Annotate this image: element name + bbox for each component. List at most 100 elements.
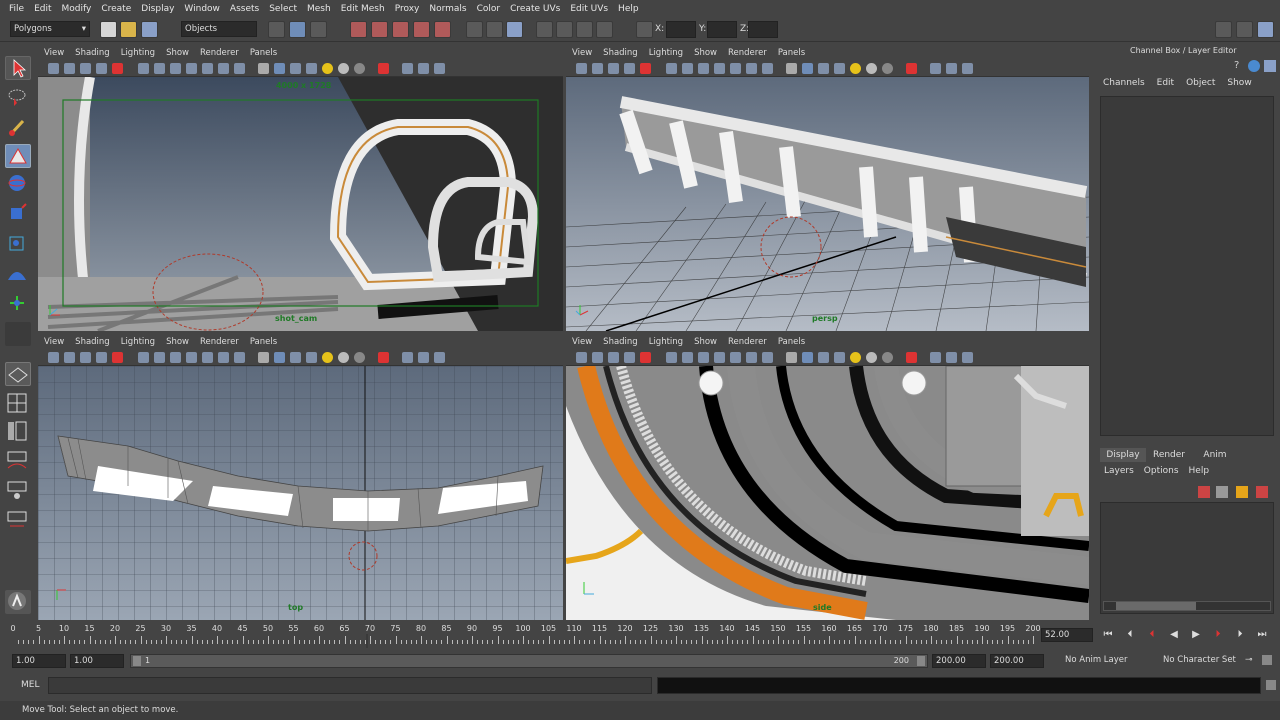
- viewport-canvas[interactable]: top: [38, 366, 563, 620]
- field-chart-icon[interactable]: [202, 352, 213, 363]
- camera-attributes-icon[interactable]: [592, 63, 603, 74]
- show-manipulator-icon[interactable]: [5, 292, 31, 316]
- single-perspective-layout-icon[interactable]: [5, 362, 31, 386]
- playback-end-field[interactable]: 200.00: [932, 654, 986, 668]
- x-field[interactable]: [666, 21, 696, 38]
- safe-action-icon[interactable]: [746, 63, 757, 74]
- image-plane-icon[interactable]: [96, 352, 107, 363]
- persp-outliner-layout-icon[interactable]: [5, 420, 31, 444]
- wireframe-icon[interactable]: [258, 63, 269, 74]
- viewport-menu-view[interactable]: View: [44, 48, 64, 58]
- anim-layer-dropdown[interactable]: No Anim Layer: [1062, 654, 1152, 668]
- safe-action-icon[interactable]: [218, 352, 229, 363]
- gate-mask-icon[interactable]: [714, 63, 725, 74]
- viewport-menu-show[interactable]: Show: [166, 48, 189, 58]
- viewport-menu-show[interactable]: Show: [694, 337, 717, 347]
- open-scene-icon[interactable]: [120, 21, 137, 38]
- new-layer-selected-icon[interactable]: [1236, 486, 1248, 498]
- wireframe-on-shaded-icon[interactable]: [818, 352, 829, 363]
- render-view-icon[interactable]: [536, 21, 553, 38]
- universal-manipulator-icon[interactable]: [5, 232, 31, 256]
- viewport-menu-shading[interactable]: Shading: [75, 337, 110, 347]
- show-channel-box-icon[interactable]: [1257, 21, 1274, 38]
- bookmarks-icon[interactable]: [608, 63, 619, 74]
- new-layer-icon[interactable]: [1198, 486, 1210, 498]
- two-d-pan-zoom-icon[interactable]: [640, 63, 651, 74]
- globe-icon[interactable]: [1248, 60, 1260, 72]
- time-slider[interactable]: 0 5 10 15 20 25 30 35 40 45 50 55 60 65 70 75 80 85 90 95 1…: [0, 622, 1280, 652]
- viewport-menu-view[interactable]: View: [572, 48, 592, 58]
- selection-mask-dropdown[interactable]: Objects: [181, 21, 257, 37]
- playback-start-field[interactable]: 1.00: [70, 654, 124, 668]
- tab-display[interactable]: Display: [1100, 448, 1146, 462]
- play-backwards-icon[interactable]: ◀: [1167, 628, 1181, 642]
- layer-menu-options[interactable]: Options: [1144, 466, 1179, 476]
- viewport-menu-view[interactable]: View: [572, 337, 592, 347]
- two-d-pan-zoom-icon[interactable]: [640, 352, 651, 363]
- wireframe-on-shaded-icon[interactable]: [290, 63, 301, 74]
- ipr-render-icon[interactable]: [576, 21, 593, 38]
- safe-title-icon[interactable]: [234, 352, 245, 363]
- move-tool-icon[interactable]: [5, 144, 31, 168]
- scrollbar-thumb[interactable]: [1116, 602, 1196, 610]
- show-attribute-editor-icon[interactable]: [1215, 21, 1232, 38]
- channel-box-menu-channels[interactable]: Channels: [1103, 78, 1145, 92]
- select-camera-icon[interactable]: [48, 352, 59, 363]
- channel-box-menu-object[interactable]: Object: [1186, 78, 1215, 92]
- transform-mode-icon[interactable]: [636, 21, 653, 38]
- construction-history-icon[interactable]: [506, 21, 523, 38]
- xray-joints-icon[interactable]: [946, 352, 957, 363]
- layer-menu-help[interactable]: Help: [1189, 466, 1210, 476]
- two-d-pan-zoom-icon[interactable]: [112, 352, 123, 363]
- persp-graph-layout-icon[interactable]: [5, 450, 31, 474]
- step-forward-key-icon[interactable]: ⏵: [1211, 628, 1225, 642]
- play-forwards-icon[interactable]: ▶: [1189, 628, 1203, 642]
- animation-preferences-icon[interactable]: [1262, 655, 1272, 665]
- safe-action-icon[interactable]: [218, 63, 229, 74]
- select-camera-icon[interactable]: [576, 63, 587, 74]
- new-scene-icon[interactable]: [100, 21, 117, 38]
- menu-edit-mesh[interactable]: Edit Mesh: [336, 4, 390, 14]
- isolate-select-icon[interactable]: [906, 63, 917, 74]
- viewport-menu-renderer[interactable]: Renderer: [728, 48, 767, 58]
- make-live-icon[interactable]: [434, 21, 451, 38]
- range-slider-handle-start[interactable]: [133, 656, 141, 666]
- save-scene-icon[interactable]: [141, 21, 158, 38]
- viewport-persp[interactable]: View Shading Lighting Show Renderer Pane…: [566, 46, 1089, 331]
- camera-attributes-icon[interactable]: [592, 352, 603, 363]
- ambient-occlusion-icon[interactable]: [354, 63, 365, 74]
- textured-icon[interactable]: [834, 352, 845, 363]
- soft-modification-icon[interactable]: [5, 262, 31, 286]
- viewport-menu-view[interactable]: View: [44, 337, 64, 347]
- character-set-dropdown[interactable]: No Character Set: [1160, 654, 1242, 668]
- menu-create[interactable]: Create: [96, 4, 136, 14]
- last-tool-icon[interactable]: [5, 322, 31, 346]
- safe-title-icon[interactable]: [762, 63, 773, 74]
- ambient-occlusion-icon[interactable]: [354, 352, 365, 363]
- y-field[interactable]: [707, 21, 737, 38]
- use-all-lights-icon[interactable]: [850, 352, 861, 363]
- channel-box-area[interactable]: [1100, 96, 1274, 436]
- isolate-select-icon[interactable]: [378, 352, 389, 363]
- safe-title-icon[interactable]: [234, 63, 245, 74]
- grid-icon[interactable]: [138, 352, 149, 363]
- step-back-frame-icon[interactable]: ⏴: [1123, 628, 1137, 642]
- xray-icon[interactable]: [402, 352, 413, 363]
- menu-window[interactable]: Window: [179, 4, 225, 14]
- image-plane-icon[interactable]: [96, 63, 107, 74]
- viewport-top[interactable]: View Shading Lighting Show Renderer Pane…: [38, 335, 563, 620]
- current-time-marker[interactable]: [366, 634, 368, 648]
- smooth-shade-icon[interactable]: [802, 63, 813, 74]
- grid-icon[interactable]: [666, 63, 677, 74]
- film-gate-icon[interactable]: [682, 63, 693, 74]
- resolution-gate-icon[interactable]: [698, 63, 709, 74]
- rotate-tool-icon[interactable]: [5, 172, 31, 196]
- viewport-menu-shading[interactable]: Shading: [603, 48, 638, 58]
- viewport-canvas[interactable]: 4000 x 1728 shot_cam: [38, 77, 563, 331]
- viewport-menu-show[interactable]: Show: [694, 48, 717, 58]
- snap-curve-icon[interactable]: [371, 21, 388, 38]
- panel-toggle-icon[interactable]: [1264, 60, 1276, 72]
- viewport-menu-panels[interactable]: Panels: [250, 337, 277, 347]
- output-ops-icon[interactable]: [486, 21, 503, 38]
- tab-render[interactable]: Render: [1146, 448, 1192, 462]
